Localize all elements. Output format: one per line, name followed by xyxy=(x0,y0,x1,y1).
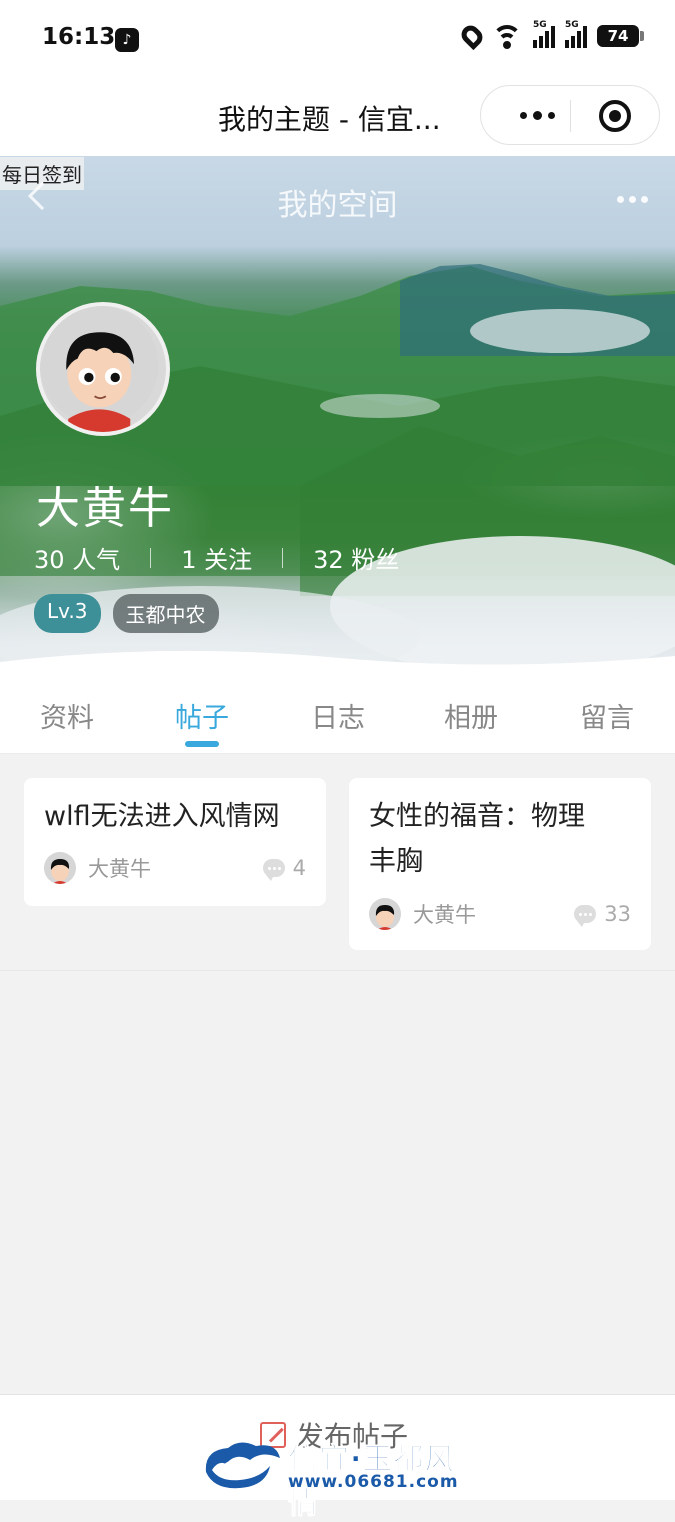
signal-icon-2: 5G xyxy=(565,20,587,48)
more-menu-button[interactable] xyxy=(506,86,568,144)
status-bar: 16:13 ♪ 5G 5G 74 xyxy=(0,0,675,78)
stat-following[interactable]: 1 关注 xyxy=(181,540,252,575)
space-more-icon[interactable] xyxy=(617,196,648,203)
level-badge: Lv.3 xyxy=(34,594,101,633)
battery-icon: 74 xyxy=(597,25,644,47)
post-card[interactable]: wlfl无法进入风情网 大黄牛 4 xyxy=(24,778,326,906)
location-icon xyxy=(457,21,487,51)
cartoon-avatar-image xyxy=(40,306,159,432)
author-avatar xyxy=(44,852,76,884)
active-tab-indicator xyxy=(185,741,219,747)
tab-journal[interactable]: 日志 xyxy=(311,696,365,735)
profile-stats: 30 人气 1 关注 32 粉丝 xyxy=(34,540,399,575)
tab-posts[interactable]: 帖子 xyxy=(175,696,229,735)
watermark-logo xyxy=(205,1442,280,1489)
group-badge: 玉都中农 xyxy=(112,594,219,633)
stat-popularity[interactable]: 30 人气 xyxy=(34,540,120,575)
comment-count: 4 xyxy=(262,856,306,881)
close-target-icon[interactable] xyxy=(599,100,631,132)
author-avatar xyxy=(369,898,401,930)
post-title: 女性的福音：物理 丰胸 xyxy=(369,801,585,877)
comment-icon xyxy=(574,905,597,927)
post-title: wlfl无法进入风情网 xyxy=(44,801,280,832)
post-card[interactable]: 女性的福音：物理 丰胸 大黄牛 33 xyxy=(349,778,651,950)
post-author: 大黄牛 xyxy=(369,898,476,930)
post-author: 大黄牛 xyxy=(44,852,151,884)
username: 大黄牛 xyxy=(36,483,174,534)
badges: Lv.3 玉都中农 xyxy=(34,594,219,633)
comment-icon xyxy=(262,859,285,881)
tab-messages[interactable]: 留言 xyxy=(580,696,634,735)
stat-fans[interactable]: 32 粉丝 xyxy=(313,540,399,575)
avatar[interactable] xyxy=(36,302,170,436)
tiktok-icon: ♪ xyxy=(115,28,139,52)
tab-profile[interactable]: 资料 xyxy=(40,696,94,735)
system-icons: 5G 5G 74 xyxy=(457,20,644,51)
comment-count: 33 xyxy=(574,902,631,927)
capsule-divider xyxy=(570,100,571,132)
list-end-divider xyxy=(0,970,675,971)
banner-wave xyxy=(0,650,675,690)
mini-program-capsule xyxy=(480,85,660,145)
space-title: 我的空间 xyxy=(277,188,398,223)
watermark-url: www.06681.com xyxy=(288,1472,459,1492)
wifi-icon xyxy=(491,25,523,49)
tab-album[interactable]: 相册 xyxy=(444,696,498,735)
signal-icon: 5G xyxy=(533,20,555,48)
site-watermark: 信宜·玉都风情 www.06681.com xyxy=(200,1432,480,1522)
page-title: 我的主题 - 信宜... xyxy=(218,103,441,136)
clock: 16:13 xyxy=(42,24,116,50)
